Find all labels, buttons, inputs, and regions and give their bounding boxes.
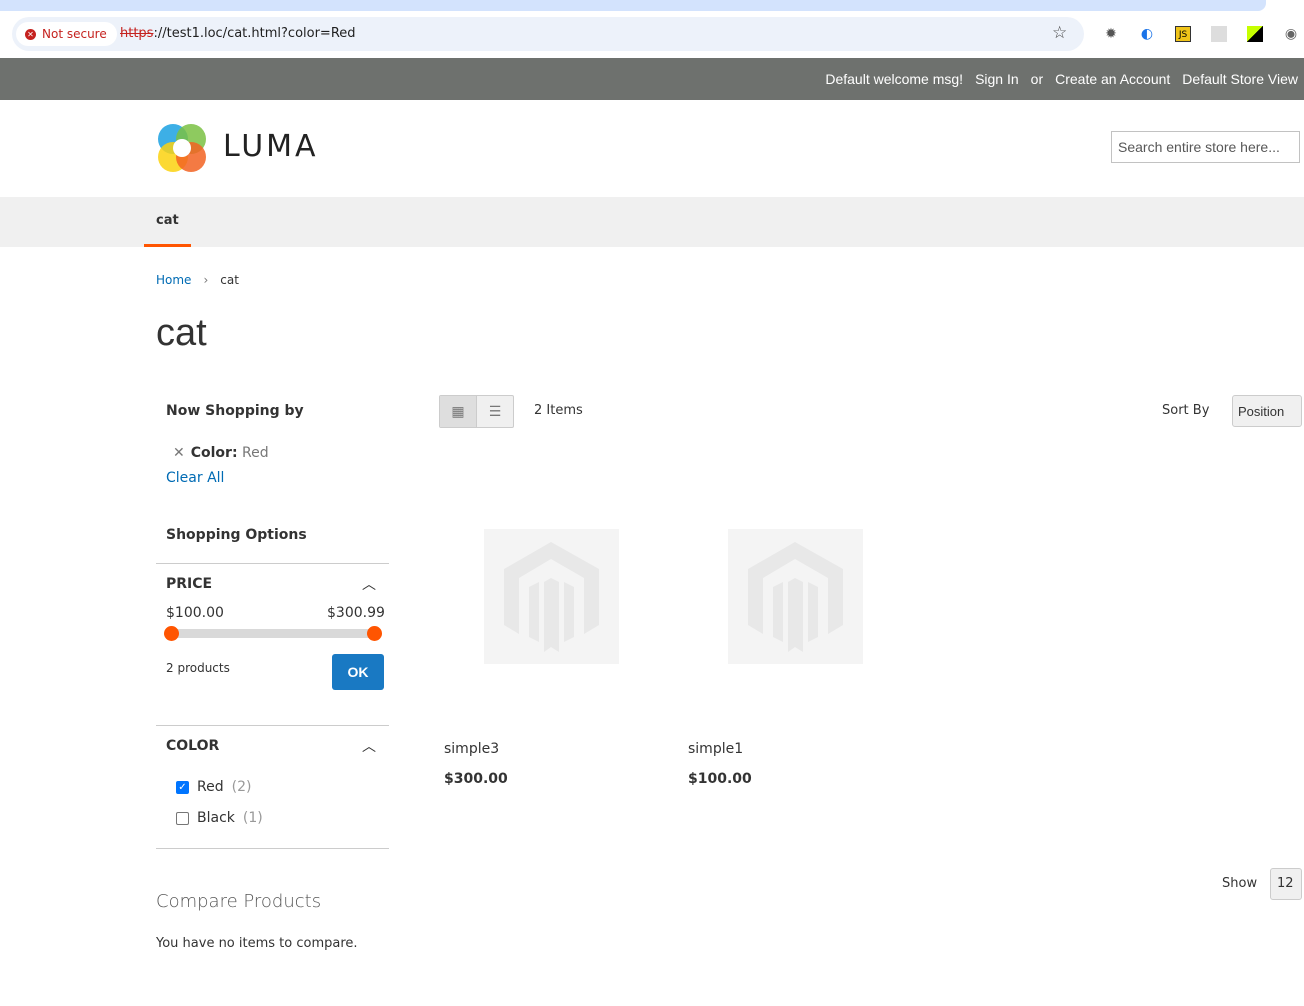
or-text: or bbox=[1030, 71, 1044, 87]
breadcrumb-current: cat bbox=[220, 273, 239, 287]
bookmark-star-icon[interactable]: ☆ bbox=[1052, 23, 1067, 43]
limiter-select[interactable]: 12 bbox=[1270, 868, 1302, 900]
color-extension-icon[interactable] bbox=[1247, 26, 1263, 42]
price-filter-title[interactable]: PRICE bbox=[166, 576, 212, 592]
filter-label: Color: bbox=[190, 445, 238, 461]
tab-strip bbox=[0, 0, 1266, 11]
price-ok-button[interactable]: OK bbox=[332, 654, 384, 690]
breadcrumb-home[interactable]: Home bbox=[156, 273, 191, 287]
product-name-link[interactable]: simple3 bbox=[444, 741, 499, 757]
chevron-right-icon: › bbox=[203, 273, 209, 287]
divider bbox=[156, 725, 389, 726]
sign-in-link[interactable]: Sign In bbox=[975, 71, 1019, 87]
product-name-link[interactable]: simple1 bbox=[688, 741, 743, 757]
magento-logo-icon bbox=[504, 541, 599, 652]
search-input[interactable]: Search entire store here... bbox=[1111, 131, 1300, 163]
logo-text[interactable]: LUMA bbox=[223, 129, 319, 164]
clear-all-link[interactable]: Clear All bbox=[166, 470, 224, 486]
store-switcher[interactable]: Default Store View bbox=[1182, 71, 1298, 87]
checkbox[interactable] bbox=[176, 811, 189, 825]
sort-label: Sort By bbox=[1162, 403, 1210, 418]
option-label: Red bbox=[197, 779, 224, 795]
camera-extension-icon[interactable]: ◉ bbox=[1283, 26, 1299, 42]
page-title: cat bbox=[156, 312, 207, 354]
create-account-link[interactable]: Create an Account bbox=[1055, 71, 1170, 87]
page-extension-icon[interactable] bbox=[1211, 26, 1227, 42]
divider bbox=[156, 848, 389, 849]
list-view-icon[interactable]: ☰ bbox=[477, 396, 513, 427]
color-option-black[interactable]: Black (1) bbox=[176, 810, 263, 826]
view-mode-switcher: ▦ ☰ bbox=[439, 395, 514, 428]
js-extension-icon[interactable]: JS bbox=[1175, 26, 1191, 42]
item-count: 2 Items bbox=[534, 403, 583, 418]
option-count: (1) bbox=[242, 810, 263, 826]
compare-message: You have no items to compare. bbox=[156, 936, 358, 951]
chevron-up-icon[interactable]: ︿ bbox=[362, 736, 376, 756]
color-option-red[interactable]: ✓ Red (2) bbox=[176, 779, 251, 795]
filter-value: Red bbox=[242, 445, 269, 461]
header-panel: Default welcome msg! Sign In or Create a… bbox=[0, 58, 1304, 100]
compare-title: Compare Products bbox=[156, 891, 322, 912]
divider bbox=[156, 563, 389, 564]
chevron-up-icon[interactable]: ︿ bbox=[362, 574, 376, 594]
welcome-msg: Default welcome msg! bbox=[825, 71, 964, 87]
magento-logo-icon bbox=[748, 541, 843, 652]
color-filter-title[interactable]: COLOR bbox=[166, 738, 219, 754]
product-price: $300.00 bbox=[444, 771, 508, 787]
url-rest: ://test1.loc/cat.html?color=Red bbox=[153, 26, 356, 41]
gear-extension-icon[interactable]: ✹ bbox=[1103, 26, 1119, 42]
product-image-placeholder[interactable] bbox=[484, 529, 619, 664]
warning-icon: ✕ bbox=[25, 28, 36, 40]
checkbox-checked[interactable]: ✓ bbox=[176, 780, 189, 794]
nav-item-cat[interactable]: cat bbox=[144, 197, 191, 247]
luma-logo-icon[interactable] bbox=[157, 123, 207, 173]
security-text: Not secure bbox=[42, 27, 107, 41]
price-slider-min-handle[interactable] bbox=[164, 626, 179, 641]
option-label: Black bbox=[197, 810, 235, 826]
shopping-options-title: Shopping Options bbox=[166, 527, 307, 543]
sort-select[interactable]: Position bbox=[1232, 395, 1302, 427]
price-min: $100.00 bbox=[166, 605, 224, 621]
security-indicator[interactable]: ✕ Not secure bbox=[16, 22, 117, 46]
show-label: Show bbox=[1222, 876, 1258, 891]
url-scheme: https bbox=[120, 26, 154, 41]
nav-bar bbox=[0, 197, 1304, 247]
price-product-count: 2 products bbox=[166, 661, 230, 675]
active-filter: ✕ Color: Red bbox=[173, 445, 269, 461]
sync-extension-icon[interactable]: ◐ bbox=[1139, 26, 1155, 42]
option-count: (2) bbox=[231, 779, 252, 795]
price-max: $300.99 bbox=[327, 605, 385, 621]
product-image-placeholder[interactable] bbox=[728, 529, 863, 664]
price-slider-max-handle[interactable] bbox=[367, 626, 382, 641]
remove-filter-icon[interactable]: ✕ bbox=[173, 445, 185, 461]
grid-view-icon[interactable]: ▦ bbox=[440, 396, 477, 427]
breadcrumb: Home › cat bbox=[156, 273, 239, 287]
product-price: $100.00 bbox=[688, 771, 752, 787]
url-text[interactable]: https://test1.loc/cat.html?color=Red bbox=[120, 26, 356, 41]
price-slider-track[interactable] bbox=[171, 629, 375, 638]
now-shopping-title: Now Shopping by bbox=[166, 403, 304, 419]
